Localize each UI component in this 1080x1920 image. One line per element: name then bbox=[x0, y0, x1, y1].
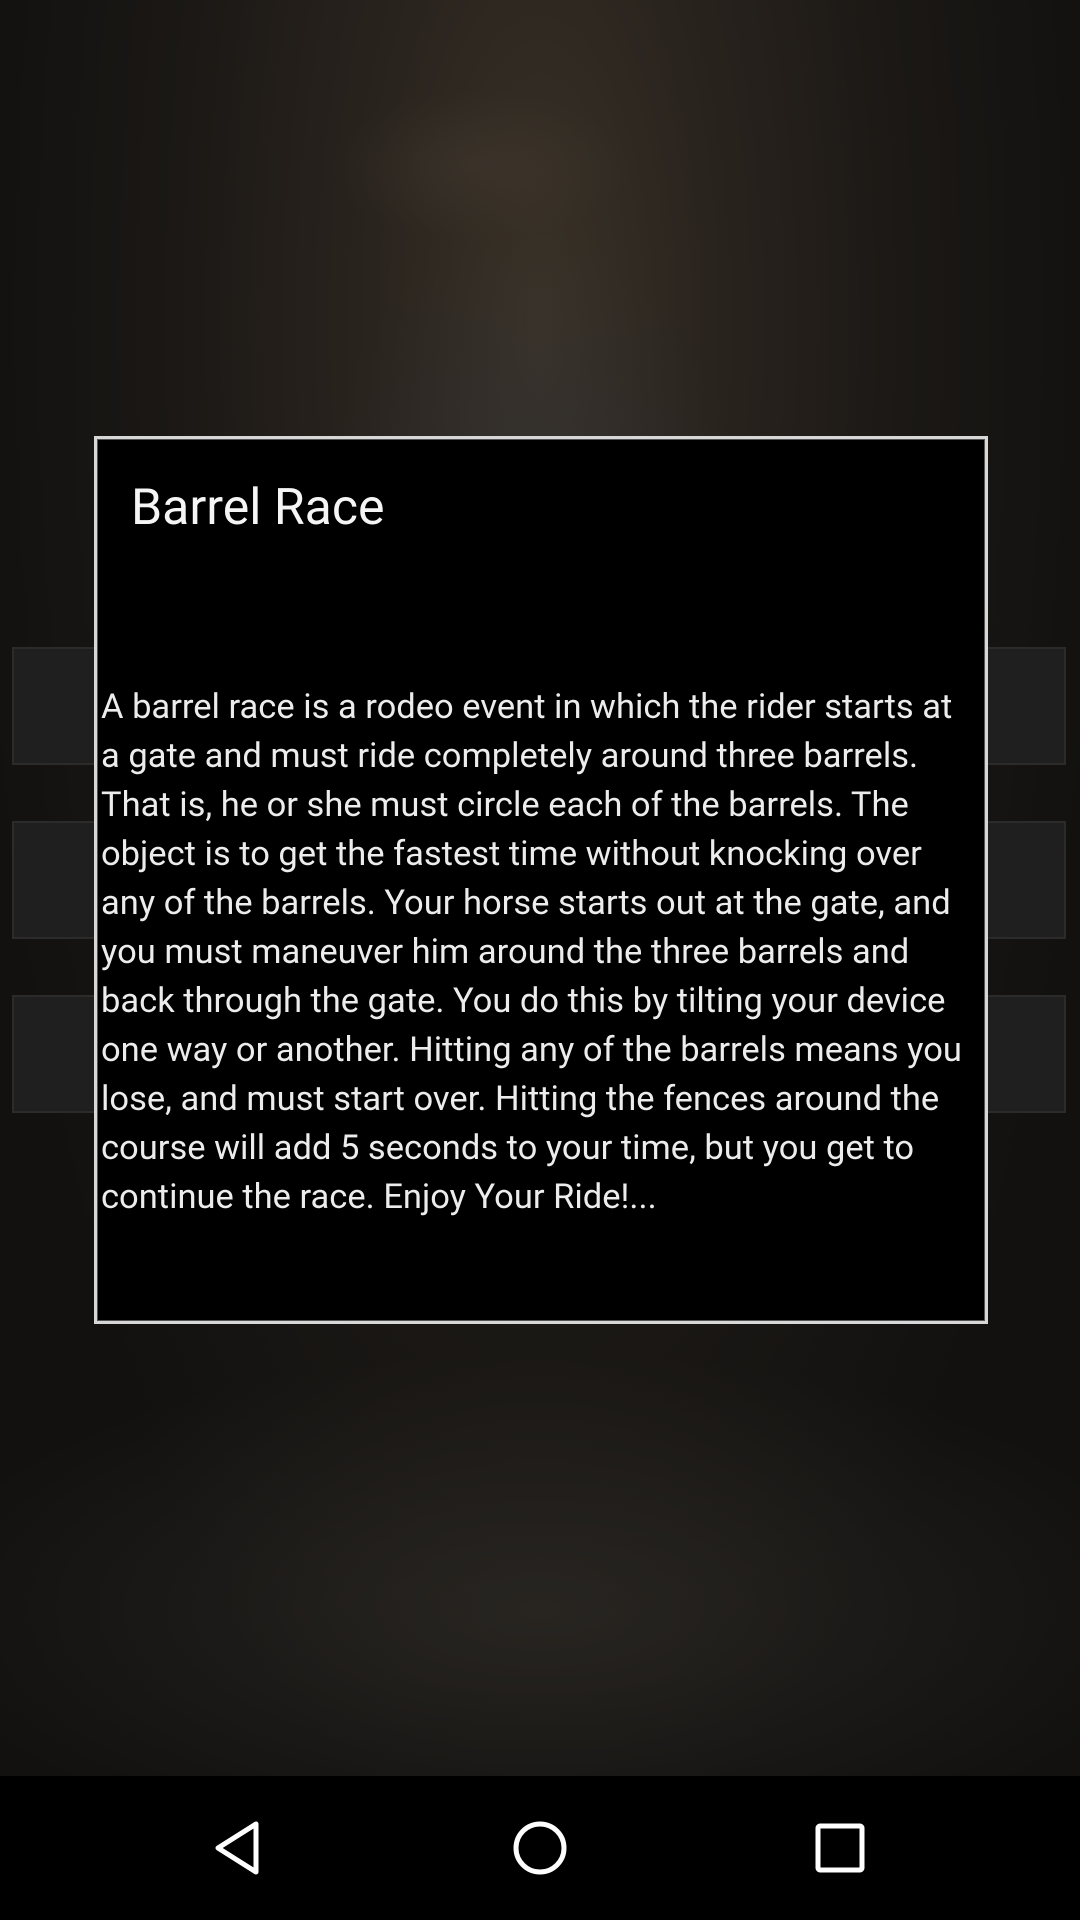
back-triangle-icon bbox=[215, 1821, 259, 1875]
system-navigation-bar bbox=[0, 1776, 1080, 1920]
background-arena-ground-image bbox=[0, 1350, 1080, 1776]
background-cowboy-hat-image bbox=[330, 90, 630, 240]
info-dialog: Barrel Race A barrel race is a rodeo eve… bbox=[94, 436, 988, 1324]
dialog-message[interactable]: A barrel race is a rodeo event in which … bbox=[101, 683, 977, 1222]
home-circle-icon bbox=[513, 1821, 567, 1875]
back-button[interactable] bbox=[180, 1788, 300, 1908]
recents-square-icon bbox=[815, 1823, 865, 1873]
recents-button[interactable] bbox=[780, 1788, 900, 1908]
home-button[interactable] bbox=[480, 1788, 600, 1908]
dialog-title: Barrel Race bbox=[131, 479, 385, 537]
screen: Barrel Race A barrel race is a rodeo eve… bbox=[0, 0, 1080, 1920]
